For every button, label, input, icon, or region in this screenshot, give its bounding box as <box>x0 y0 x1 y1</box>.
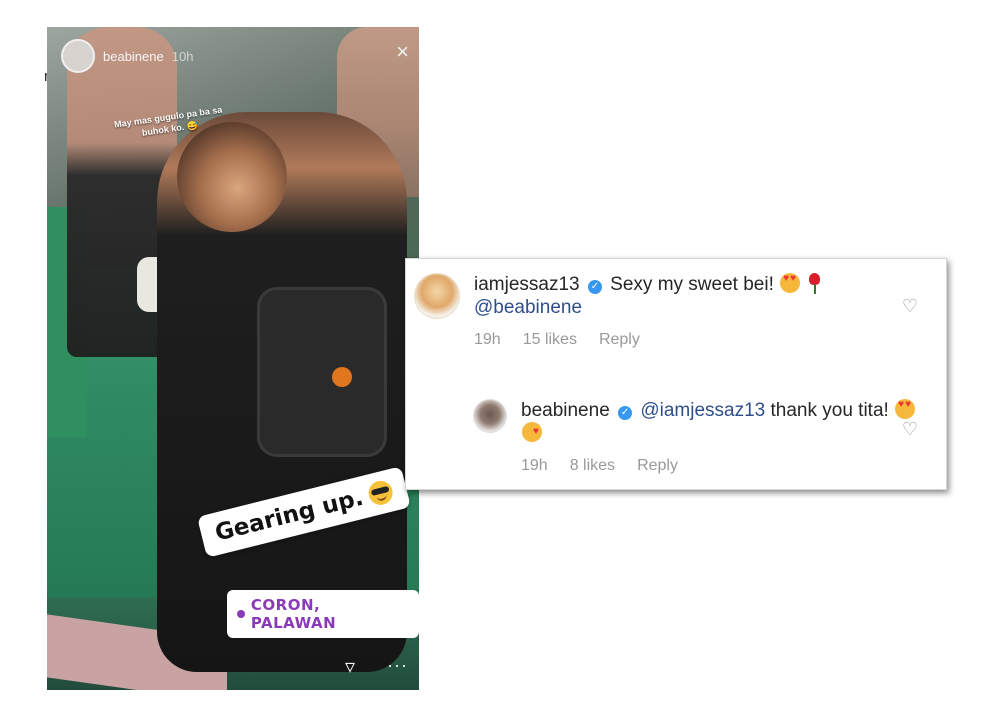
instagram-story[interactable]: beabinene 10h × May mas gugulo pa ba sa … <box>47 27 419 690</box>
comment-likes[interactable]: 15 likes <box>523 328 577 351</box>
comment-time: 19h <box>474 331 501 348</box>
diver-head <box>177 122 287 232</box>
sunglasses-emoji-icon <box>365 478 395 508</box>
reply-button[interactable]: Reply <box>599 328 640 351</box>
verified-badge-icon: ✓ <box>587 280 602 294</box>
comments-panel: iamjessaz13 ✓ Sexy my sweet bei! @beabin… <box>405 258 947 490</box>
more-icon[interactable]: ··· <box>387 655 408 676</box>
close-icon[interactable]: × <box>396 41 409 63</box>
heart-eyes-emoji-icon <box>895 399 916 419</box>
comment-text: thank you tita! <box>770 400 889 421</box>
send-icon[interactable]: ▿ <box>345 654 355 679</box>
kiss-emoji-icon <box>522 420 542 443</box>
story-avatar[interactable] <box>61 39 95 73</box>
comment-text: Sexy my sweet bei! <box>610 274 774 295</box>
comment-body: iamjessaz13 ✓ Sexy my sweet bei! @beabin… <box>474 273 822 351</box>
like-heart-icon[interactable]: ♡ <box>902 419 918 440</box>
comment-mention[interactable]: @iamjessaz13 <box>640 400 765 421</box>
location-text: CORON, PALAWAN <box>250 596 337 632</box>
heart-eyes-emoji-icon <box>780 273 801 293</box>
location-pin-icon <box>237 610 245 618</box>
location-sticker[interactable]: CORON, PALAWAN <box>227 590 419 638</box>
story-header: beabinene 10h <box>61 39 193 73</box>
comment-time: 19h <box>521 457 548 474</box>
avatar[interactable] <box>473 399 507 433</box>
avatar[interactable] <box>414 273 460 319</box>
rose-emoji-icon <box>807 273 821 294</box>
story-username[interactable]: beabinene <box>103 49 164 64</box>
reply-button[interactable]: Reply <box>637 454 678 477</box>
comment-body: beabinene ✓ @iamjessaz13 thank you tita!… <box>521 399 933 477</box>
like-heart-icon[interactable]: ♡ <box>902 296 918 317</box>
comment-meta: 19h 8 likes Reply <box>521 454 933 477</box>
comment-username[interactable]: beabinene <box>521 400 610 421</box>
comment-mention[interactable]: @beabinene <box>474 297 582 318</box>
story-timestamp: 10h <box>171 48 194 64</box>
comment-reply: beabinene ✓ @iamjessaz13 thank you tita!… <box>473 399 933 477</box>
dive-bcd-vest <box>257 287 387 457</box>
vest-logo-mark <box>332 367 352 387</box>
verified-badge-icon: ✓ <box>618 406 633 420</box>
comment-meta: 19h 15 likes Reply <box>474 328 822 351</box>
comment-likes[interactable]: 8 likes <box>570 454 615 477</box>
comment: iamjessaz13 ✓ Sexy my sweet bei! @beabin… <box>414 273 934 351</box>
comment-username[interactable]: iamjessaz13 <box>474 274 580 295</box>
